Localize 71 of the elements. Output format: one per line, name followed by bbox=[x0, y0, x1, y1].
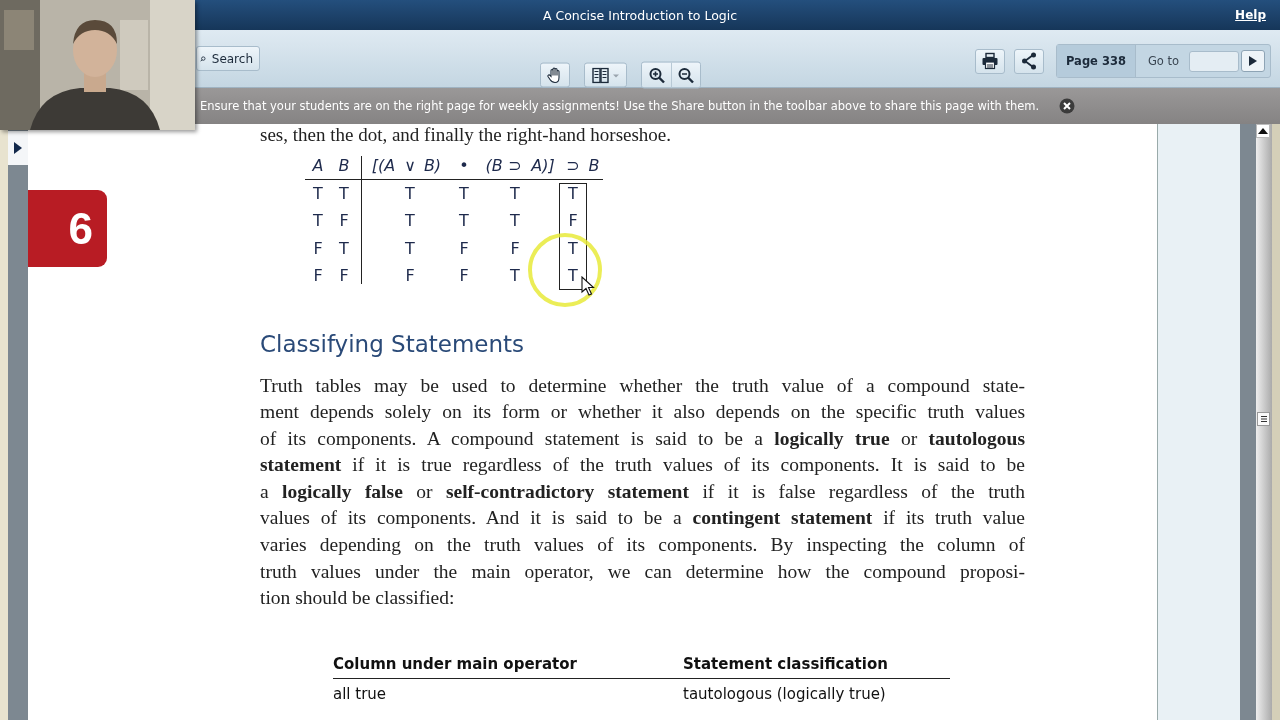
section-heading: Classifying Statements bbox=[260, 329, 525, 359]
table-cell-text: T bbox=[404, 182, 416, 205]
table-cell-text: T bbox=[567, 237, 579, 260]
table-cell-text: F bbox=[567, 210, 579, 233]
play-icon bbox=[1249, 56, 1258, 66]
share-icon bbox=[1020, 52, 1038, 70]
search-button[interactable]: Search bbox=[196, 46, 260, 71]
table-cell-text: T bbox=[567, 182, 579, 205]
scroll-up-button[interactable] bbox=[1256, 124, 1270, 138]
table-cell-text: F bbox=[458, 265, 470, 288]
pointer-icon bbox=[581, 276, 595, 296]
table-header: ∨ bbox=[403, 155, 417, 178]
help-link[interactable]: Help bbox=[1235, 8, 1266, 22]
table-header: A bbox=[311, 155, 325, 178]
column-header: Column under main operator bbox=[333, 654, 578, 675]
table-cell-text: all true bbox=[333, 683, 388, 703]
table-header: A)] bbox=[529, 155, 556, 178]
table-cell-text: T bbox=[509, 210, 521, 233]
print-button[interactable] bbox=[975, 48, 1005, 74]
table-header: [(A bbox=[370, 155, 397, 178]
notice-text: Ensure that your students are on the right page for weekly assignments! Use the Share button in the toolbar above to share this page with them. bbox=[200, 99, 1040, 113]
page-view-dropdown[interactable] bbox=[584, 62, 627, 88]
table-cell-text: F bbox=[404, 265, 416, 288]
table-cell-text: F bbox=[312, 265, 324, 288]
table-header: ⊃ bbox=[507, 155, 523, 178]
zoom-out-icon bbox=[678, 67, 694, 83]
scrollbar-thumb[interactable] bbox=[1257, 412, 1270, 426]
table-cell-text: T bbox=[567, 265, 579, 288]
grip-icon bbox=[1259, 415, 1268, 423]
close-icon bbox=[1059, 98, 1076, 114]
table-cell-text: F bbox=[312, 237, 324, 260]
table-cell-text: T bbox=[338, 237, 350, 260]
page-layout-icon bbox=[591, 67, 620, 83]
play-icon bbox=[14, 142, 22, 154]
table-header: B) bbox=[422, 155, 443, 178]
table-cell-text: F bbox=[338, 210, 350, 233]
table-header: ⊃ bbox=[565, 155, 581, 178]
table-cell-text: T bbox=[312, 210, 324, 233]
pan-tool-button[interactable] bbox=[540, 62, 570, 88]
table-cell-text: F bbox=[458, 237, 470, 260]
zoom-in-icon bbox=[648, 67, 665, 83]
chapter-badge: 6 bbox=[28, 190, 107, 267]
page-number: Page 338 bbox=[1057, 45, 1136, 77]
table-cell-text: T bbox=[404, 210, 416, 233]
share-button[interactable] bbox=[1014, 48, 1044, 74]
table-cell-text: T bbox=[458, 210, 470, 233]
scrollbar[interactable] bbox=[1256, 124, 1272, 720]
body-text: ses, then the dot, and finally the right-hand horseshoe. bbox=[260, 124, 672, 146]
table-cell-text: T bbox=[458, 182, 470, 205]
table-header: B bbox=[337, 155, 351, 178]
table-cell-text: F bbox=[509, 237, 521, 260]
page-input-field[interactable] bbox=[1189, 50, 1240, 72]
table-cell-text: F bbox=[338, 265, 350, 288]
column-header: Statement classification bbox=[683, 654, 889, 675]
table-cell-text: T bbox=[509, 265, 521, 288]
table-cell-text: T bbox=[509, 182, 521, 205]
table-header: (B bbox=[484, 155, 504, 178]
table-header: B bbox=[587, 155, 601, 178]
print-icon bbox=[981, 52, 999, 70]
up-arrow-icon bbox=[1258, 128, 1268, 134]
table-cell-text: T bbox=[404, 237, 416, 260]
table-cell-text: tautologous (logically true) bbox=[683, 683, 887, 703]
go-to-label: Go to bbox=[1146, 54, 1181, 68]
paragraph: Truth tables may be used to determine whether the truth value of a compound state- ment depends solely on its form or whether it also depends on the specific truth values of its components. A compound statement is said to be a logically true or tautologous statement if it is true regardless of the truth values of its components. It is said to be a logically false or self-contradictory statement if it is false regardless of the truth values of its components. And it is said to be a contingent statement if its truth value varies depending on the truth values of its components. By inspecting the column of truth values under the main operator, we can determine how the compound proposi- tion should be classified: bbox=[260, 373, 1025, 611]
table-header: • bbox=[458, 155, 470, 178]
expand-panel-button[interactable] bbox=[8, 131, 28, 165]
close-button[interactable] bbox=[1059, 98, 1076, 114]
table-cell-text: T bbox=[312, 182, 324, 205]
book-title: A Concise Introduction to Logic bbox=[542, 7, 738, 23]
go-button[interactable] bbox=[1241, 50, 1266, 72]
table-cell-text: T bbox=[338, 182, 350, 205]
